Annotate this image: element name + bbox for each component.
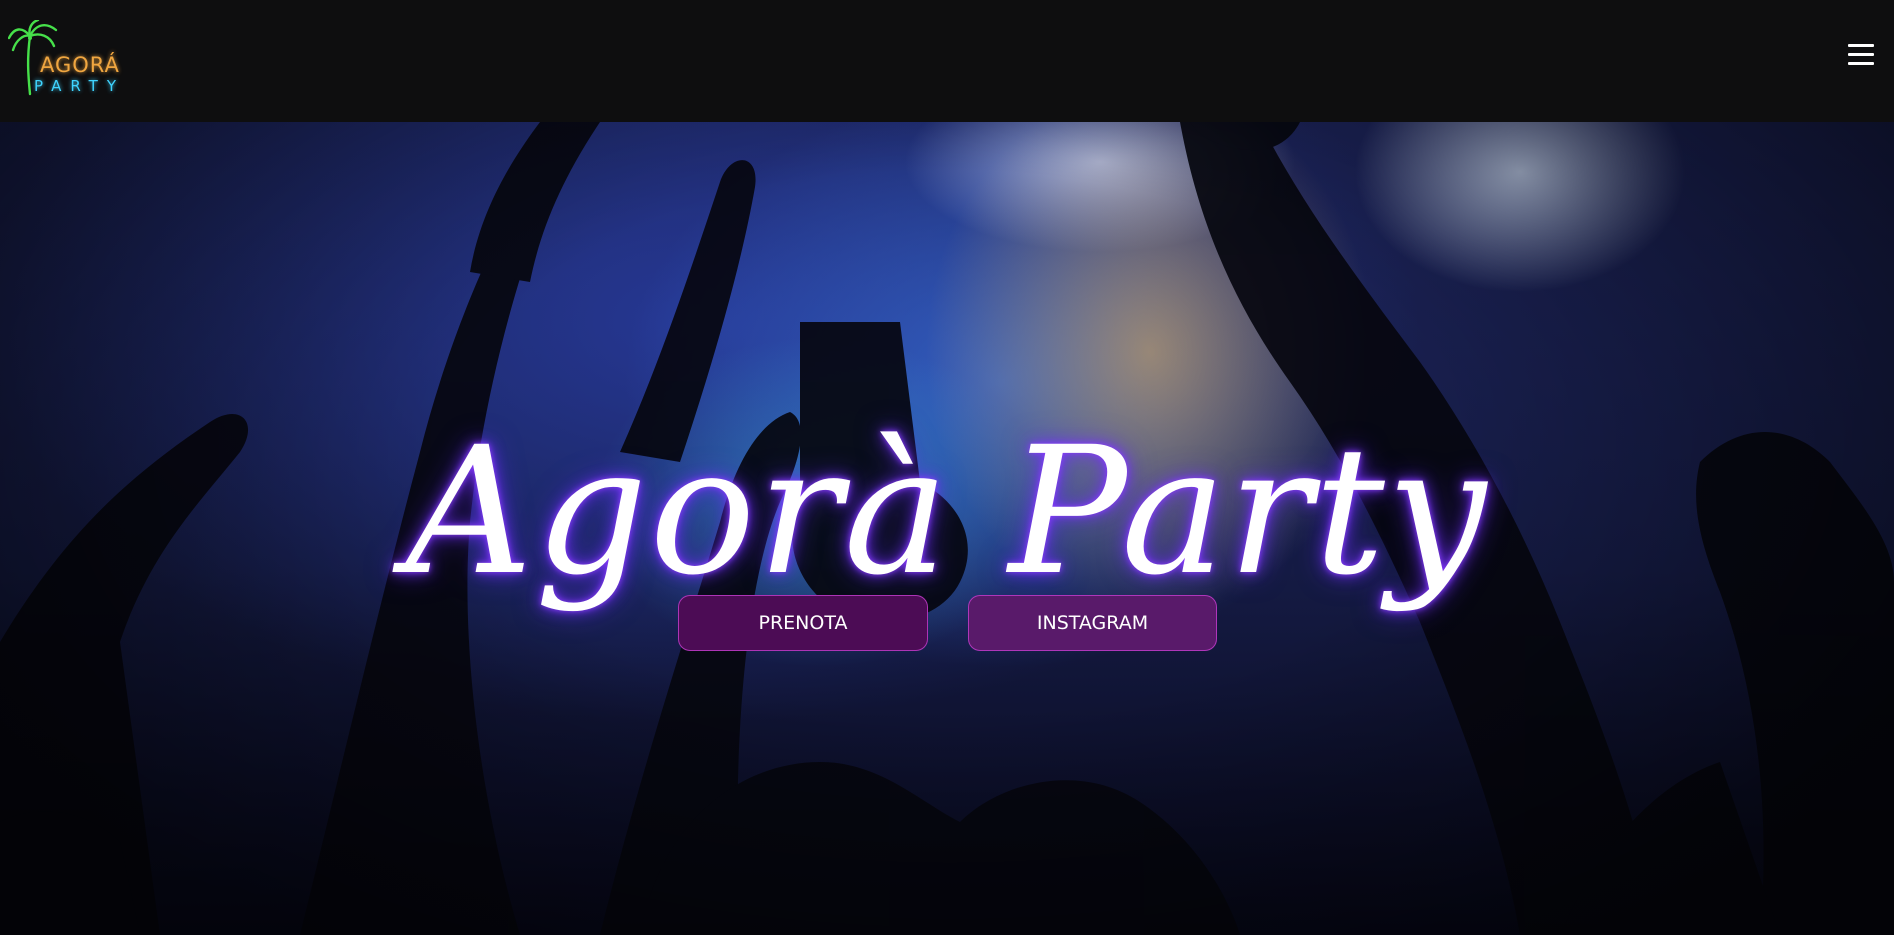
menu-bar-top xyxy=(1848,44,1874,47)
prenota-button[interactable]: PRENOTA xyxy=(678,595,928,651)
hero-section: Agorà Party PRENOTA INSTAGRAM xyxy=(0,122,1894,935)
site-header: AGORÁ PARTY xyxy=(0,0,1894,122)
hamburger-menu-icon[interactable] xyxy=(1848,44,1874,70)
logo-text-agora: AGORÁ xyxy=(40,53,120,77)
site-logo[interactable]: AGORÁ PARTY xyxy=(8,20,132,96)
hero-title: Agorà Party xyxy=(405,408,1489,614)
logo-text-party: PARTY xyxy=(34,77,126,95)
menu-bar-middle xyxy=(1848,53,1874,56)
menu-bar-bottom xyxy=(1848,62,1874,65)
instagram-button[interactable]: INSTAGRAM xyxy=(968,595,1217,651)
page: AGORÁ PARTY Agorà Party PRENOTA INSTAGRA… xyxy=(0,0,1894,935)
